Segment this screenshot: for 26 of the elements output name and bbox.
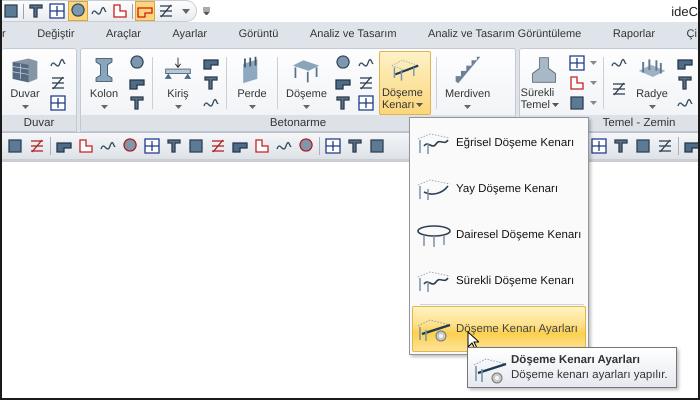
ribbon-button[interactable]: Kiriş	[158, 51, 198, 115]
ribbon-tab[interactable]: Çi	[686, 28, 697, 40]
ribbon-button[interactable]: Döşeme Kenarı	[378, 51, 431, 115]
menu-item[interactable]: Sürekli Döşeme Kenarı	[412, 258, 586, 304]
ribbon-tab[interactable]: Analiz ve Tasarım	[310, 28, 396, 40]
ribbon-tab[interactable]: Ayarlar	[172, 28, 208, 40]
menu-item[interactable]: Dairesel Döşeme Kenarı	[412, 212, 586, 258]
tooltip-title: Döşeme Kenarı Ayarları	[511, 354, 641, 366]
menu-item[interactable]: Yay Döşeme Kenarı	[412, 166, 586, 212]
ribbon-tab[interactable]: Görüntü	[238, 28, 278, 40]
ribbon-button[interactable]: Sürekli Temel	[523, 51, 564, 115]
ribbon-tab[interactable]: Değiştir	[37, 28, 74, 40]
ribbon-tab[interactable]: Analiz ve Tasarım Görüntüleme	[428, 28, 582, 40]
ribbon-button[interactable]: Döşeme	[283, 51, 330, 115]
ribbon-button[interactable]: Perde	[232, 51, 272, 115]
ribbon-tab[interactable]: r	[2, 28, 6, 40]
ribbon-tab[interactable]: Araçlar	[106, 28, 141, 40]
ribbon-button[interactable]: Merdiven	[442, 51, 494, 115]
group-label: Duvar	[2, 115, 76, 131]
window-title: ideC	[671, 4, 698, 18]
ribbon-button[interactable]: Kolon	[84, 51, 124, 115]
ribbon-button[interactable]: Radye	[632, 51, 672, 115]
tooltip-text: Döşeme kenarı ayarları yapılır.	[511, 369, 668, 381]
ribbon-button[interactable]: Duvar	[5, 51, 45, 115]
ribbon-tab[interactable]: Raporlar	[612, 28, 655, 40]
menu-item[interactable]: Döşeme Kenarı Ayarları	[412, 306, 586, 352]
